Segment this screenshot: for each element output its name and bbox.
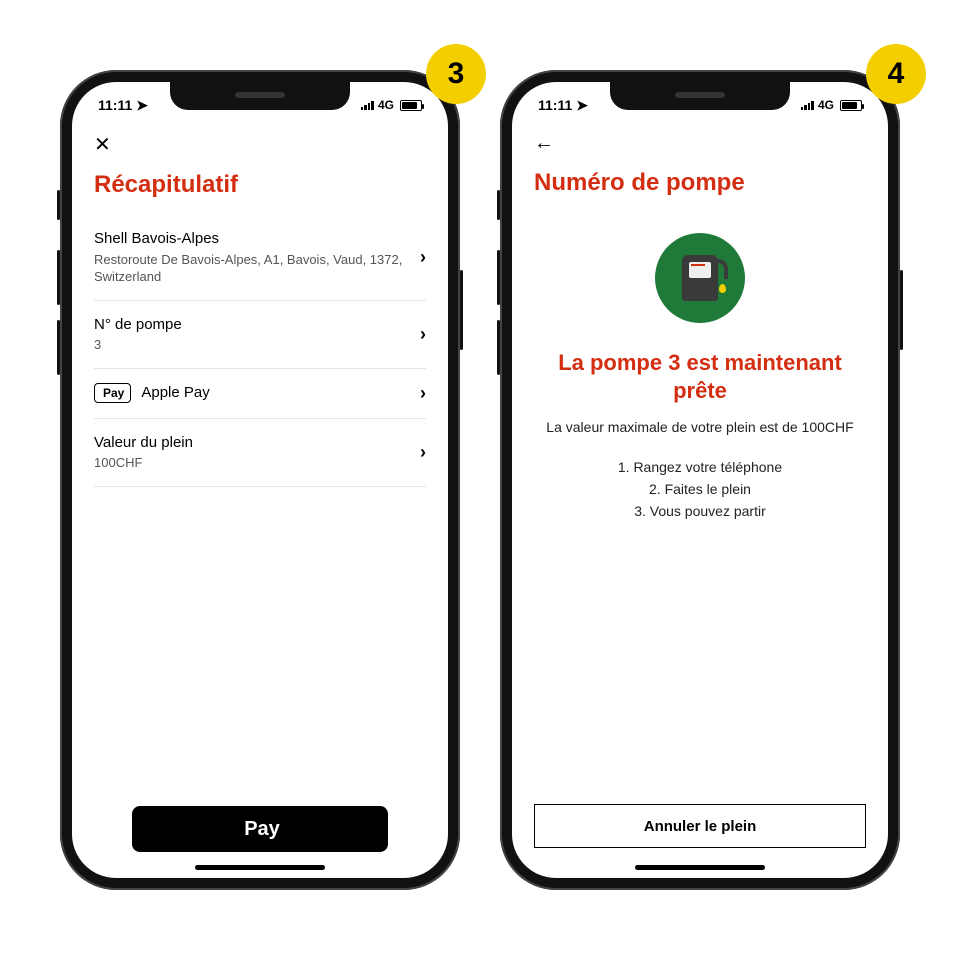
pump-value: 3: [94, 336, 412, 354]
page-title: Récapitulatif: [72, 163, 448, 215]
screen: 11:11 ➤ 4G ✕ Récapitulatif Shell Bavois-…: [72, 82, 448, 878]
station-address: Restoroute De Bavois-Alpes, A1, Bavois, …: [94, 251, 412, 286]
amount-value: 100CHF: [94, 454, 412, 472]
close-icon[interactable]: ✕: [94, 134, 111, 156]
network-label: 4G: [378, 98, 394, 112]
step-1: 1. Rangez votre téléphone: [618, 456, 782, 478]
status-time: 11:11: [538, 97, 572, 113]
row-payment-method[interactable]: Pay Apple Pay ›: [94, 369, 426, 419]
battery-icon: [400, 100, 422, 111]
apple-pay-button[interactable]: Pay: [132, 806, 388, 852]
location-icon: ➤: [136, 97, 148, 114]
step-3: 3. Vous pouvez partir: [618, 500, 782, 522]
home-indicator[interactable]: [195, 865, 325, 870]
phone-frame: 11:11 ➤ 4G ← Numéro de pompe: [500, 70, 900, 890]
fuel-pump-icon: [655, 233, 745, 323]
page-title: Numéro de pompe: [512, 161, 888, 213]
phone-frame: 11:11 ➤ 4G ✕ Récapitulatif Shell Bavois-…: [60, 70, 460, 890]
payment-label: Apple Pay: [141, 383, 209, 403]
row-fill-amount[interactable]: Valeur du plein 100CHF ›: [94, 419, 426, 487]
chevron-right-icon: ›: [412, 383, 426, 404]
battery-icon: [840, 100, 862, 111]
screen: 11:11 ➤ 4G ← Numéro de pompe: [512, 82, 888, 878]
step-badge: 4: [866, 44, 926, 104]
pump-ready-panel: La pompe 3 est maintenant prête La valeu…: [512, 213, 888, 794]
notch: [610, 82, 790, 110]
network-label: 4G: [818, 98, 834, 112]
apple-pay-chip: Pay: [94, 383, 131, 403]
summary-list: Shell Bavois-Alpes Restoroute De Bavois-…: [72, 215, 448, 796]
phone-step-3: 3 11:11 ➤ 4G ✕ Récapitulatif: [60, 70, 460, 890]
status-time: 11:11: [98, 97, 132, 113]
amount-label: Valeur du plein: [94, 433, 412, 453]
phone-step-4: 4 11:11 ➤ 4G ← Numéro de pompe: [500, 70, 900, 890]
chevron-right-icon: ›: [412, 247, 426, 268]
back-icon[interactable]: ←: [534, 132, 554, 154]
row-station[interactable]: Shell Bavois-Alpes Restoroute De Bavois-…: [94, 215, 426, 301]
signal-icon: [801, 100, 814, 110]
station-name: Shell Bavois-Alpes: [94, 229, 412, 249]
chevron-right-icon: ›: [412, 442, 426, 463]
apple-pay-button-text: Pay: [244, 818, 280, 841]
home-indicator[interactable]: [635, 865, 765, 870]
notch: [170, 82, 350, 110]
step-badge: 3: [426, 44, 486, 104]
step-2: 2. Faites le plein: [618, 478, 782, 500]
instruction-steps: 1. Rangez votre téléphone 2. Faites le p…: [618, 456, 782, 523]
signal-icon: [361, 100, 374, 110]
pump-label: N° de pompe: [94, 315, 412, 335]
location-icon: ➤: [576, 97, 588, 114]
apple-pay-chip-text: Pay: [103, 386, 124, 400]
chevron-right-icon: ›: [412, 324, 426, 345]
pump-ready-title: La pompe 3 est maintenant prête: [542, 349, 858, 404]
pump-ready-subtitle: La valeur maximale de votre plein est de…: [546, 418, 853, 438]
cancel-fill-button[interactable]: Annuler le plein: [534, 804, 866, 848]
row-pump-number[interactable]: N° de pompe 3 ›: [94, 301, 426, 369]
